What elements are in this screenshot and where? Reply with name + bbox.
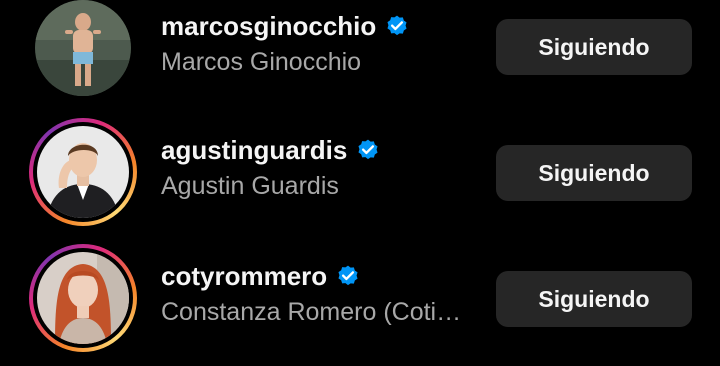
full-name: Marcos Ginocchio — [161, 48, 362, 76]
following-button[interactable]: Siguiendo — [496, 271, 692, 327]
list-item[interactable]: marcosginocchio Marcos Ginocchio Siguien… — [0, 0, 720, 114]
avatar-photo — [37, 252, 129, 344]
following-button[interactable]: Siguiendo — [496, 145, 692, 201]
full-name: Constanza Romero (Coti… — [161, 298, 462, 326]
username[interactable]: marcosginocchio — [161, 11, 376, 42]
list-item[interactable]: cotyrommero Constanza Romero (Coti… Sigu… — [0, 244, 720, 364]
following-button[interactable]: Siguiendo — [496, 19, 692, 75]
avatar[interactable] — [29, 244, 137, 352]
list-item[interactable]: agustinguardis Agustin Guardis Siguiendo — [0, 118, 720, 238]
avatar-photo — [37, 126, 129, 218]
verified-badge-icon — [358, 139, 378, 159]
full-name: Agustin Guardis — [161, 172, 339, 200]
verified-badge-icon — [338, 265, 358, 285]
username[interactable]: cotyrommero — [161, 261, 327, 292]
username[interactable]: agustinguardis — [161, 135, 347, 166]
verified-badge-icon — [387, 15, 407, 35]
avatar[interactable] — [29, 118, 137, 226]
avatar[interactable] — [29, 0, 137, 102]
avatar-photo — [35, 0, 131, 96]
